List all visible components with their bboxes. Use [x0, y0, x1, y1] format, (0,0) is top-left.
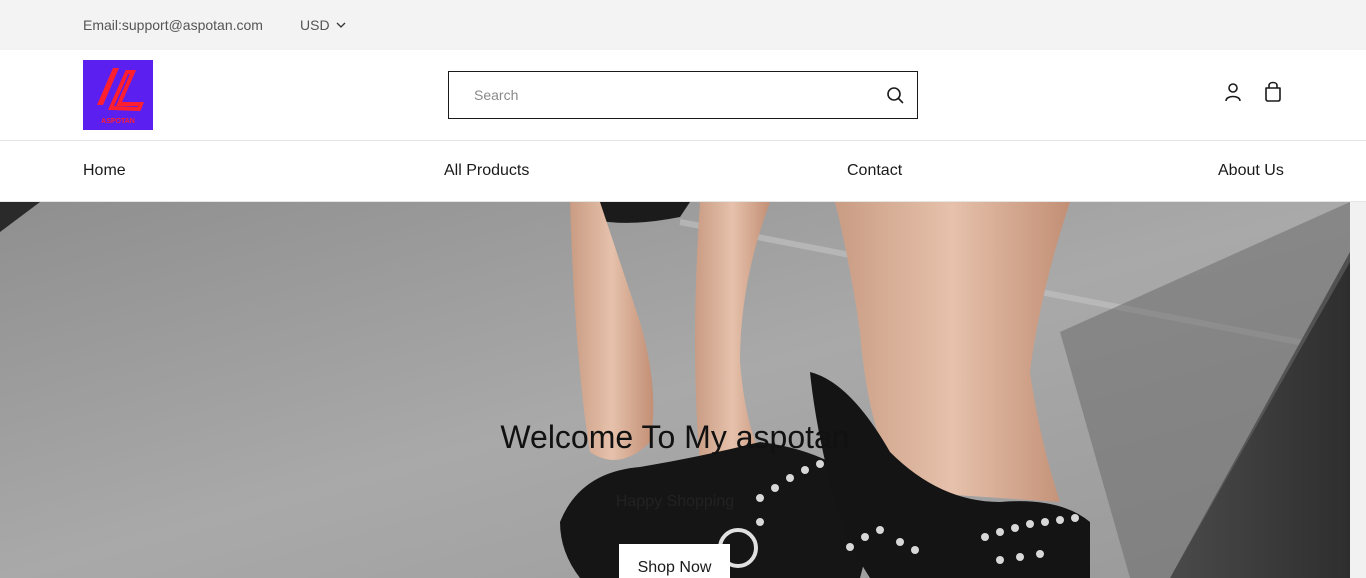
search-box [448, 71, 918, 119]
logo[interactable]: ASPOTAN [83, 60, 153, 130]
chevron-down-icon [336, 22, 346, 28]
nav-item-contact[interactable]: Contact [847, 162, 902, 180]
hero-subtitle: Happy Shopping [615, 493, 735, 510]
shop-now-button[interactable]: Shop Now [619, 544, 730, 578]
shopping-bag-icon[interactable] [1262, 80, 1284, 103]
hero-title: Welcome To My aspotan [500, 419, 850, 455]
main-nav: Home All Products Contact About Us [0, 141, 1366, 202]
nav-item-all-products[interactable]: All Products [444, 162, 529, 180]
nav-item-about-us[interactable]: About Us [1218, 162, 1284, 180]
currency-label: USD [300, 17, 330, 33]
currency-selector[interactable]: USD [300, 17, 346, 33]
hero-image [0, 202, 1350, 578]
page-scrollbar[interactable] [1350, 202, 1366, 578]
logo-mark: ASPOTAN [83, 60, 153, 130]
hero-banner: Welcome To My aspotan Happy Shopping Sho… [0, 202, 1350, 578]
support-email: Email:support@aspotan.com [83, 17, 263, 33]
search-input[interactable] [449, 72, 869, 118]
account-icon[interactable] [1222, 81, 1244, 103]
top-bar: Email:support@aspotan.com USD [0, 0, 1366, 50]
nav-item-home[interactable]: Home [83, 162, 126, 180]
search-icon[interactable] [885, 85, 905, 105]
logo-text: ASPOTAN [101, 118, 135, 125]
header: ASPOTAN [0, 50, 1366, 141]
